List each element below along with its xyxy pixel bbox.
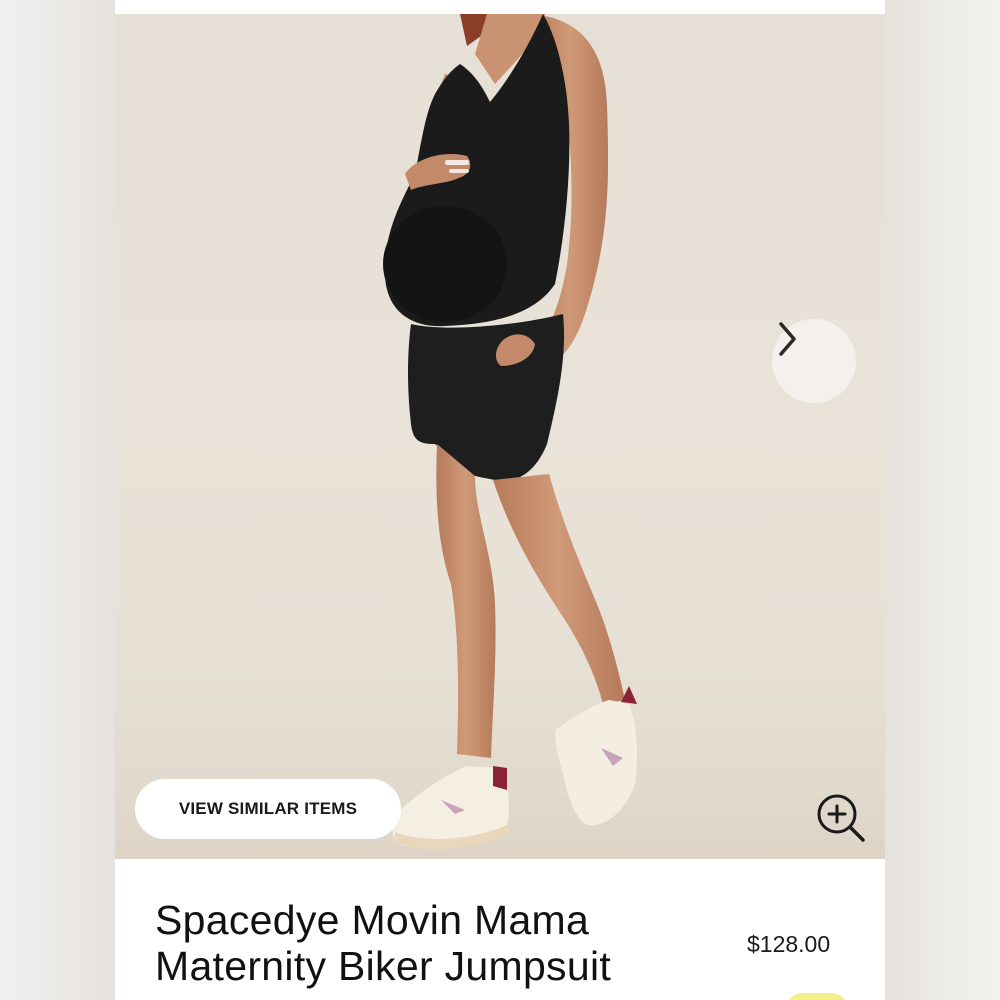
product-title-line-2: Maternity Biker Jumpsuit: [155, 943, 612, 989]
next-image-button[interactable]: [772, 319, 856, 403]
product-image[interactable]: VIEW SIMILAR ITEMS: [115, 14, 885, 859]
left-blur-panel: [0, 0, 115, 1000]
action-badge[interactable]: [787, 993, 847, 1000]
product-title-line-1: Spacedye Movin Mama: [155, 897, 590, 943]
zoom-in-icon: [817, 794, 865, 842]
right-blur-panel: [885, 0, 1000, 1000]
product-page: VIEW SIMILAR ITEMS Spacedye Movin Mama M…: [115, 0, 885, 1000]
product-title: Spacedye Movin Mama Maternity Biker Jump…: [155, 897, 735, 989]
zoom-button[interactable]: [815, 792, 867, 844]
chevron-right-icon: [779, 322, 796, 356]
top-strip: [115, 0, 885, 14]
product-price: $128.00: [747, 931, 831, 957]
view-similar-items-button[interactable]: VIEW SIMILAR ITEMS: [135, 779, 401, 839]
product-info: Spacedye Movin Mama Maternity Biker Jump…: [115, 859, 885, 1000]
model-illustration: [115, 14, 885, 859]
